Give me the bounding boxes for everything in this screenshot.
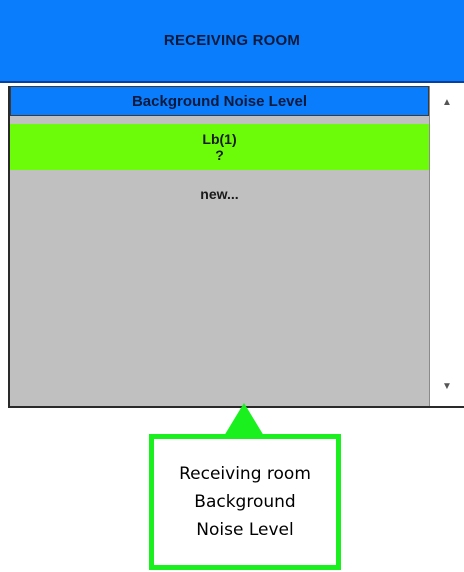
stage: RECEIVING ROOM Background Noise Level Lb… <box>0 0 464 572</box>
callout-line-1: Receiving room <box>179 464 311 484</box>
callout-line-2: Background <box>194 492 296 512</box>
arrow-head <box>224 403 264 436</box>
callout-line-3: Noise Level <box>196 520 294 540</box>
annotation-callout: Receiving room Background Noise Level <box>149 434 341 570</box>
